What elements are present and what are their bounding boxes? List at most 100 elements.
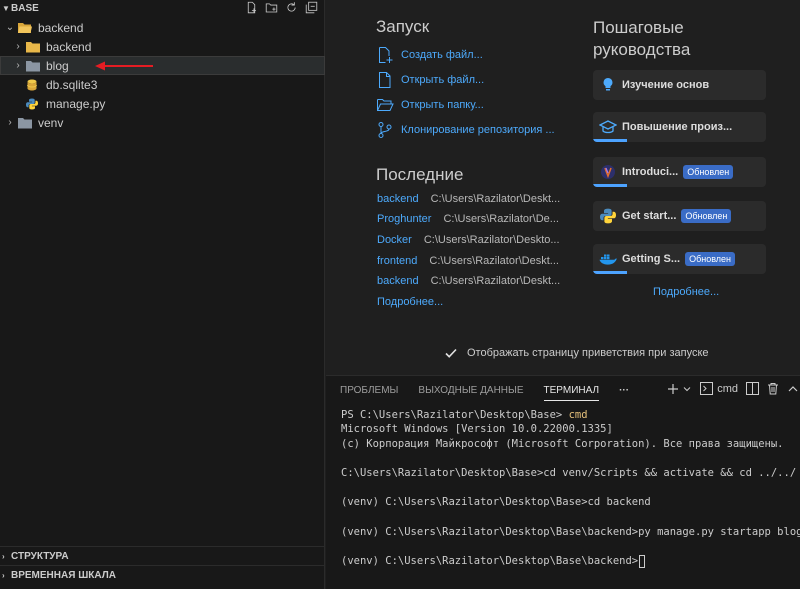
walkthrough-card-docker[interactable]: Getting S... Обновлен [593, 244, 766, 274]
chevron-right-icon: › [2, 551, 5, 561]
terminal-cursor [639, 554, 646, 568]
chevron-right-icon: › [16, 41, 20, 52]
walkthrough-progress [593, 184, 627, 187]
new-folder-icon[interactable] [265, 1, 278, 14]
panel-actions: cmd [667, 382, 800, 395]
start-item-label: Создать файл... [401, 49, 483, 61]
walkthrough-card-basics[interactable]: Изучение основ [593, 70, 766, 100]
tree-item-backend[interactable]: › backend [0, 37, 325, 56]
tab-problems[interactable]: ПРОБЛЕМЫ [340, 385, 398, 401]
show-on-startup-label: Отображать страницу приветствия при запу… [467, 347, 709, 359]
split-terminal-icon[interactable] [746, 382, 759, 395]
walkthrough-label: Повышение произ... [622, 121, 733, 133]
refresh-icon[interactable] [285, 1, 298, 14]
section-outline[interactable]: › СТРУКТУРА [0, 546, 325, 565]
new-file-icon[interactable] [245, 1, 258, 14]
updated-badge: Обновлен [681, 209, 732, 223]
recent-item-path: C:\Users\Razilator\De... [443, 213, 559, 225]
docker-icon [599, 250, 617, 268]
recent-item[interactable]: Proghunter C:\Users\Razilator\De... [377, 213, 559, 229]
terminal-icon [700, 382, 714, 395]
walkthrough-progress [593, 139, 627, 142]
terminal-line: PS C:\Users\Razilator\Desktop\Base> cmd [341, 408, 588, 422]
terminal-line: C:\Users\Razilator\Desktop\Base>cd venv/… [341, 467, 797, 479]
terminal-selector[interactable]: cmd [700, 382, 738, 395]
updated-badge: Обновлен [685, 252, 735, 266]
tree-item-venv[interactable]: › venv [0, 113, 325, 132]
collapse-all-icon[interactable] [305, 1, 318, 14]
tree-item-label: backend [46, 39, 92, 54]
recent-item[interactable]: frontend C:\Users\Razilator\Deskt... [377, 255, 559, 271]
tree-item-label: db.sqlite3 [46, 77, 98, 92]
walkthrough-card-python[interactable]: Get start... Обновлен [593, 201, 766, 231]
recent-item-name: frontend [377, 255, 418, 267]
recent-more-link[interactable]: Подробнее... [377, 296, 443, 308]
show-on-startup[interactable]: Отображать страницу приветствия при запу… [444, 346, 709, 360]
open-file-icon [379, 72, 391, 88]
welcome-page: Запуск Создать файл... Открыть файл... О… [326, 0, 800, 375]
terminal-line: (venv) C:\Users\Razilator\Desktop\Base\b… [341, 526, 800, 538]
folder-open-icon [18, 22, 32, 34]
recent-item[interactable]: Docker C:\Users\Razilator\Deskto... [377, 234, 560, 250]
section-timeline-label: ВРЕМЕННАЯ ШКАЛА [11, 569, 116, 581]
python-icon [26, 98, 40, 110]
bottom-panel: ПРОБЛЕМЫ ВЫХОДНЫЕ ДАННЫЕ ТЕРМИНАЛ ··· cm… [326, 375, 800, 589]
tab-output[interactable]: ВЫХОДНЫЕ ДАННЫЕ [418, 385, 523, 401]
recent-item-name: Docker [377, 234, 412, 246]
recent-item-path: C:\Users\Razilator\Deskto... [423, 234, 560, 246]
red-arrow-annotation [95, 61, 153, 71]
explorer-header[interactable]: ▼ BASE [0, 0, 324, 16]
terminal-line: (c) Корпорация Майкрософт (Microsoft Cor… [341, 438, 784, 450]
checkbox-checked-icon[interactable] [444, 346, 458, 360]
recent-item-name: backend [377, 193, 419, 205]
recent-item[interactable]: backend C:\Users\Razilator\Deskt... [377, 275, 560, 291]
trash-icon[interactable] [767, 382, 779, 395]
recent-item-path: C:\Users\Razilator\Deskt... [430, 193, 561, 205]
terminal-line: (venv) C:\Users\Razilator\Desktop\Base>c… [341, 496, 651, 508]
walkthrough-card-jupyter[interactable]: Introduci... Обновлен [593, 157, 766, 187]
section-outline-label: СТРУКТУРА [11, 550, 69, 562]
tree-item-db-sqlite3[interactable]: db.sqlite3 [0, 75, 325, 94]
terminal-selector-label: cmd [717, 382, 738, 395]
mortarboard-icon [599, 118, 617, 136]
walkthroughs-title: Пошаговые руководства [593, 17, 793, 61]
folder-icon [18, 117, 32, 129]
terminal-prompt: (venv) C:\Users\Razilator\Desktop\Base\b… [341, 555, 639, 567]
terminal-line: Microsoft Windows [Version 10.0.22000.13… [341, 423, 613, 435]
walkthrough-label: Introduci... [622, 166, 679, 178]
terminal-line: (venv) C:\Users\Razilator\Desktop\Base\b… [341, 554, 646, 568]
panel-tabs: ПРОБЛЕМЫ ВЫХОДНЫЕ ДАННЫЕ ТЕРМИНАЛ ··· [340, 385, 629, 401]
recent-item-path: C:\Users\Razilator\Deskt... [429, 255, 559, 267]
start-open-file[interactable]: Открыть файл... [376, 71, 484, 89]
tree-item-label: manage.py [46, 96, 106, 111]
walkthroughs-more-link[interactable]: Подробнее... [653, 286, 719, 298]
more-tabs-button[interactable]: ··· [619, 385, 629, 401]
walkthrough-label: Изучение основ [622, 79, 710, 91]
start-item-label: Открыть файл... [401, 74, 485, 86]
explorer-actions [245, 1, 318, 14]
tab-terminal[interactable]: ТЕРМИНАЛ [543, 385, 600, 401]
terminal-command: cmd [568, 409, 588, 421]
walkthrough-card-productivity[interactable]: Повышение произ... [593, 112, 766, 142]
chevron-right-icon: › [16, 60, 20, 71]
start-new-file[interactable]: Создать файл... [376, 46, 483, 64]
start-clone-repo[interactable]: Клонирование репозитория ... [376, 121, 555, 139]
tree-item-label: backend [38, 20, 84, 35]
recent-section-title: Последние [376, 165, 464, 184]
recent-item[interactable]: backend C:\Users\Razilator\Deskt... [377, 193, 560, 209]
chevron-right-icon: › [8, 117, 12, 128]
tree-item-blog[interactable]: › blog [0, 56, 325, 75]
new-file-icon [379, 47, 393, 63]
chevron-up-icon[interactable] [787, 383, 799, 395]
tree-item-label: blog [46, 58, 69, 73]
database-icon [26, 79, 40, 91]
updated-badge: Обновлен [683, 165, 734, 179]
walkthrough-label: Getting S... [622, 253, 681, 265]
start-open-folder[interactable]: Открыть папку... [376, 96, 484, 114]
open-folder-icon [377, 99, 394, 111]
section-timeline[interactable]: › ВРЕМЕННАЯ ШКАЛА [0, 565, 325, 584]
tree-item-backend-root[interactable]: ⌄ backend [0, 18, 325, 37]
new-terminal-button[interactable] [667, 383, 692, 395]
plus-icon [668, 383, 679, 394]
tree-item-manage-py[interactable]: manage.py [0, 94, 325, 113]
